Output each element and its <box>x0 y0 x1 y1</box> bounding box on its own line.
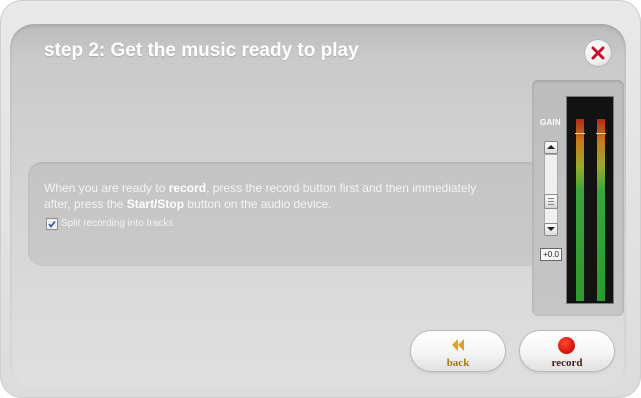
instruction-band <box>28 162 548 266</box>
peak-marker-left <box>575 133 585 134</box>
record-dot-icon <box>558 337 575 354</box>
record-button-label: record <box>551 357 583 369</box>
instruction-part1: When you are ready to <box>44 181 169 195</box>
gain-up-button[interactable] <box>544 141 558 154</box>
back-button[interactable]: back <box>411 331 505 371</box>
checkmark-icon <box>48 221 56 228</box>
gain-down-button[interactable] <box>544 223 558 236</box>
record-button[interactable]: record <box>520 331 614 371</box>
instruction-bold-record: record <box>168 181 207 195</box>
instruction-part3: button on the audio device. <box>184 197 332 211</box>
rewind-icon <box>452 339 464 351</box>
gain-label: GAIN <box>540 118 561 127</box>
close-button[interactable] <box>585 40 611 66</box>
back-button-label: back <box>446 357 470 369</box>
split-tracks-checkbox[interactable] <box>46 218 58 230</box>
gain-slider-track[interactable] <box>544 154 558 224</box>
split-tracks-label: Split recording into tracks <box>61 218 174 229</box>
level-meter-right <box>596 119 606 301</box>
instruction-bold-startstop: Start/Stop <box>126 197 185 211</box>
close-x-icon <box>591 46 605 60</box>
level-meter <box>566 96 614 304</box>
instruction-text: When you are ready to record, press the … <box>44 180 494 212</box>
gain-slider-thumb[interactable] <box>544 194 558 209</box>
gain-value-display: +0.0 <box>540 248 562 261</box>
dialog-title: step 2: Get the music ready to play <box>44 40 359 61</box>
chevron-up-icon <box>547 145 555 149</box>
chevron-down-icon <box>547 227 555 231</box>
peak-marker-right <box>596 133 606 134</box>
level-meter-left <box>575 119 585 301</box>
